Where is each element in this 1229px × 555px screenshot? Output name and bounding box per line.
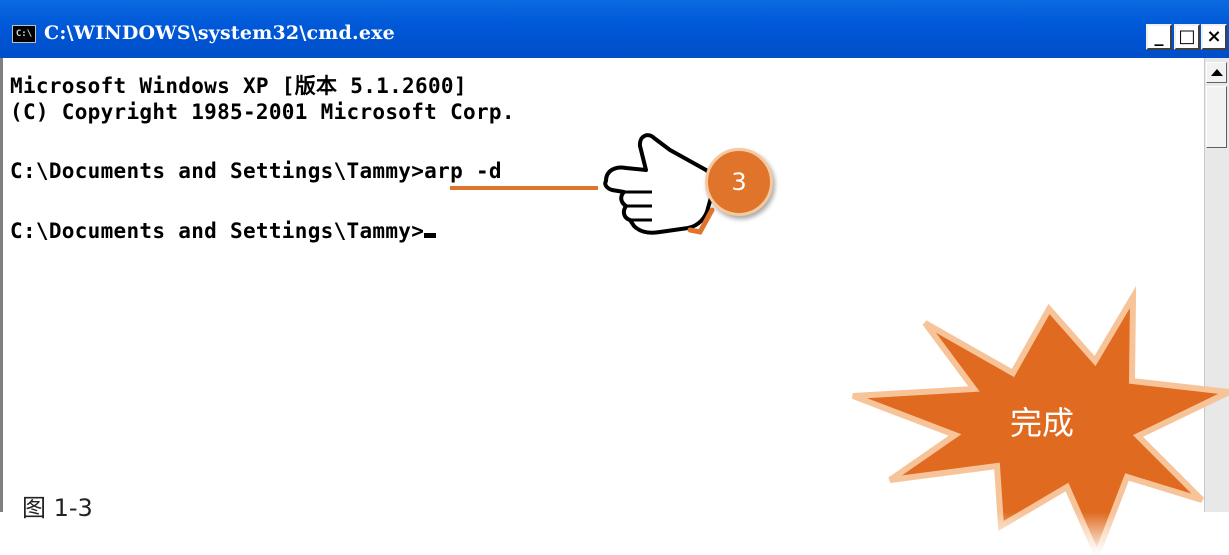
burst-label: 完成 bbox=[1010, 404, 1075, 442]
bottom-fade bbox=[0, 512, 1229, 555]
pointing-hand-icon bbox=[603, 133, 716, 235]
step-badge: 3 bbox=[705, 148, 773, 216]
annotation-overlay bbox=[603, 133, 1229, 555]
figure-caption: 图 1-3 bbox=[22, 494, 93, 522]
